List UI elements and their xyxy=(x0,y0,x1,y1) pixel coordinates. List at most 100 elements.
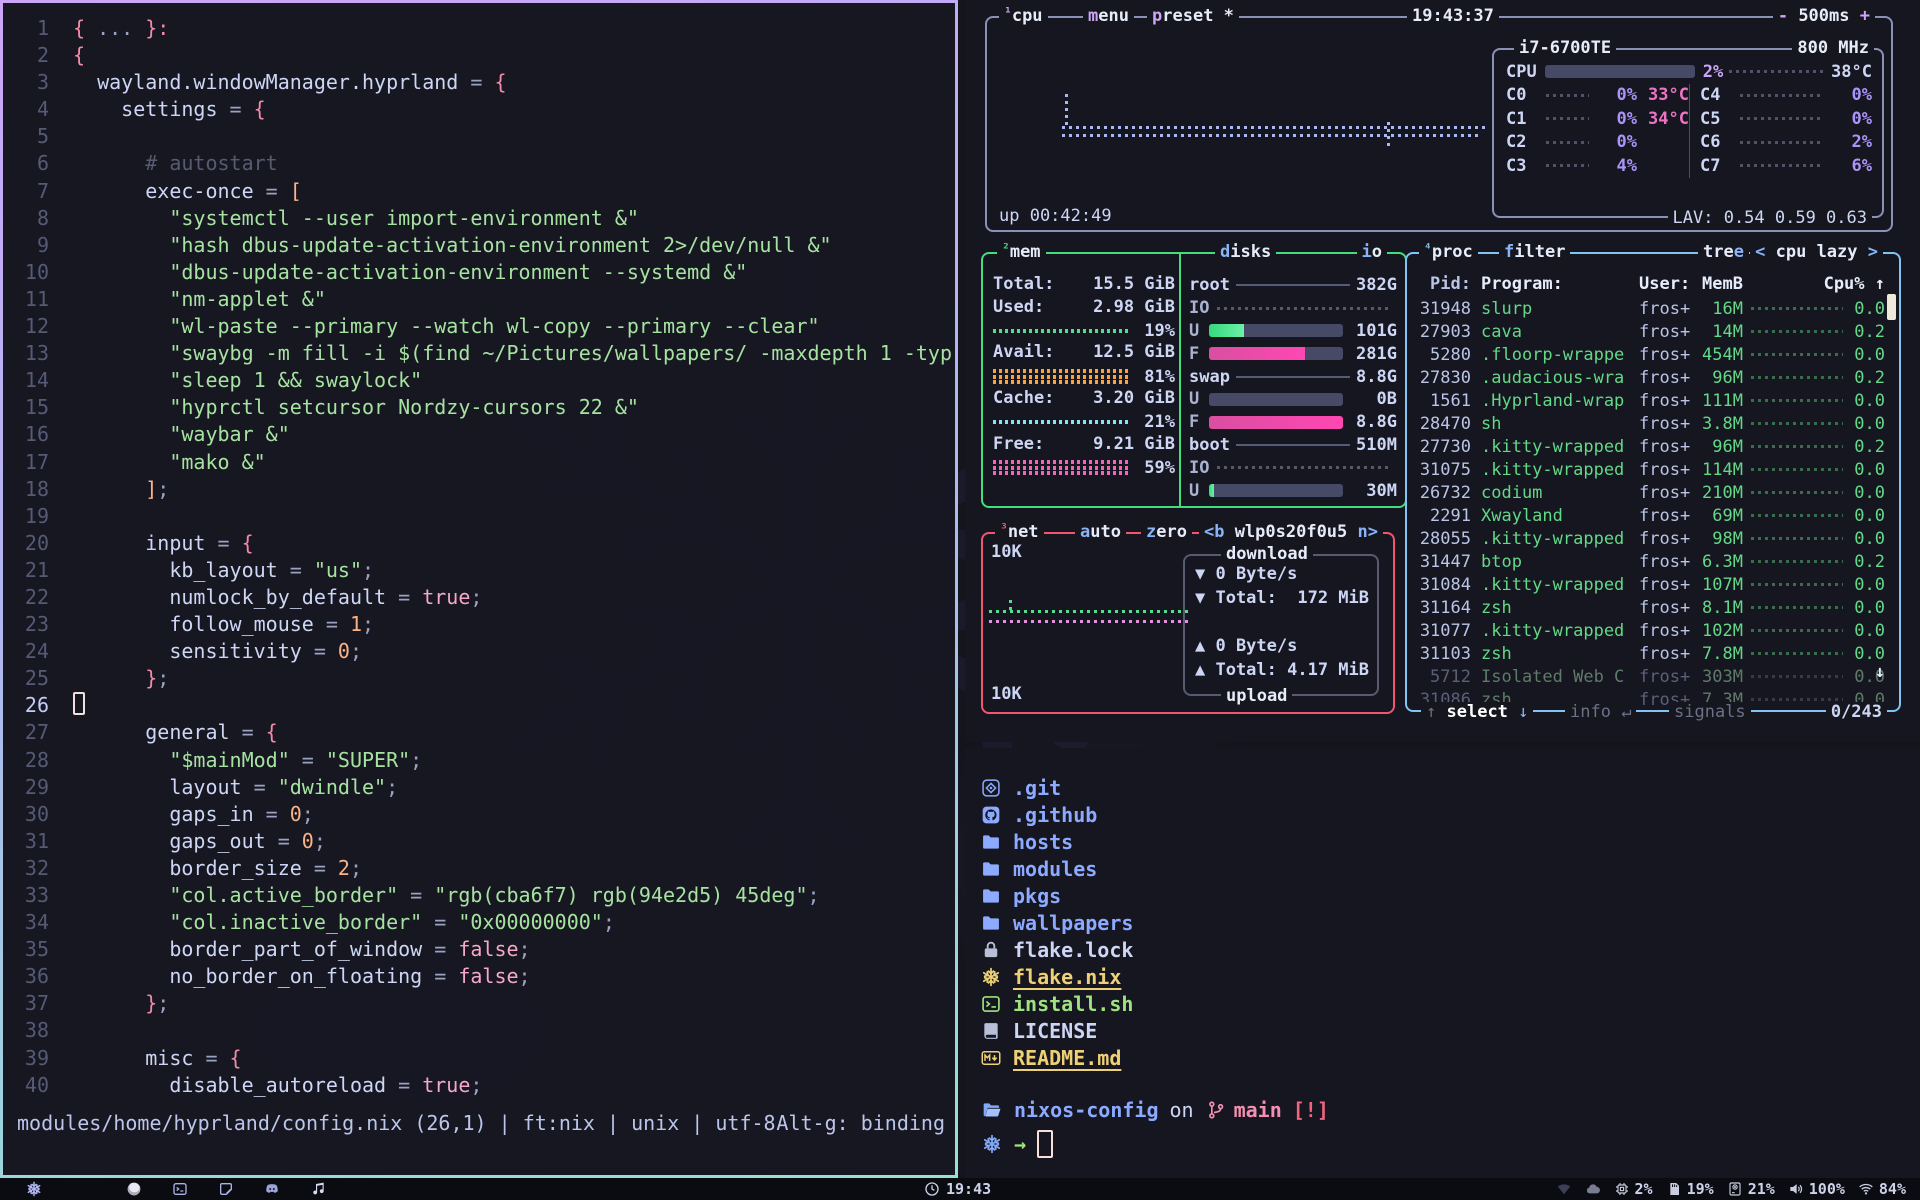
header-user[interactable]: User: xyxy=(1639,274,1697,297)
editor-line[interactable]: 28 "$mainMod" = "SUPER"; xyxy=(3,747,955,774)
process-row[interactable]: 28470shfros+3.8M0.0 xyxy=(1407,412,1899,435)
proc-tree-toggle[interactable]: tree xyxy=(1698,242,1749,262)
editor-line[interactable]: 3 wayland.windowManager.hyprland = { xyxy=(3,69,955,96)
system-stat[interactable]: 19% xyxy=(1666,1180,1714,1198)
net-zero-button[interactable]: zero xyxy=(1141,522,1192,542)
disks-toggle[interactable]: disks xyxy=(1215,242,1276,262)
process-row[interactable]: 31447btopfros+6.3M0.2 xyxy=(1407,550,1899,573)
editor-line[interactable]: 10 "dbus-update-activation-environment -… xyxy=(3,259,955,286)
btop-proc-box[interactable]: ⁴proc filter tree < cpu lazy > Pid: Prog… xyxy=(1405,252,1901,712)
system-stat[interactable] xyxy=(1585,1181,1601,1197)
editor-line[interactable]: 7 exec-once = [ xyxy=(3,178,955,205)
proc-scrollbar-thumb[interactable] xyxy=(1887,294,1896,320)
editor-line[interactable]: 23 follow_mouse = 1; xyxy=(3,611,955,638)
firefox-icon[interactable] xyxy=(126,1181,142,1197)
editor-line[interactable]: 12 "wl-paste --primary --watch wl-copy -… xyxy=(3,313,955,340)
process-row[interactable]: 5712Isolated Web Cfros+303M0.0 xyxy=(1407,665,1899,688)
editor-line[interactable]: 4 settings = { xyxy=(3,96,955,123)
system-stat[interactable]: 21% xyxy=(1727,1180,1775,1198)
editor-line[interactable]: 13 "swaybg -m fill -i $(find ~/Pictures/… xyxy=(3,340,955,367)
preset-button[interactable]: preset * xyxy=(1147,6,1239,26)
editor-line[interactable]: 15 "hyprctl setcursor Nordzy-cursors 22 … xyxy=(3,394,955,421)
btop-mem-box[interactable]: ²mem disks io Total:15.5 GiBUsed:2.98 Gi… xyxy=(981,252,1407,508)
editor-line[interactable]: 21 kb_layout = "us"; xyxy=(3,557,955,584)
music-icon[interactable] xyxy=(310,1181,326,1197)
editor-line[interactable]: 33 "col.active_border" = "rgb(cba6f7) rg… xyxy=(3,882,955,909)
editor-buffer[interactable]: 1{ ... }:2{3 wayland.windowManager.hyprl… xyxy=(3,15,955,1099)
editor-line[interactable]: 40 disable_autoreload = true; xyxy=(3,1072,955,1099)
net-auto-button[interactable]: auto xyxy=(1075,522,1126,542)
process-row[interactable]: 31075.kitty-wrappedfros+114M0.0 xyxy=(1407,458,1899,481)
process-row[interactable]: 26732codiumfros+210M0.0 xyxy=(1407,481,1899,504)
process-row[interactable]: 1561.Hyprland-wrapfros+111M0.0 xyxy=(1407,389,1899,412)
editor-line[interactable]: 9 "hash dbus-update-activation-environme… xyxy=(3,232,955,259)
shell-prompt-input-line[interactable]: → xyxy=(981,1130,1053,1158)
editor-line[interactable]: 34 "col.inactive_border" = "0x00000000"; xyxy=(3,909,955,936)
process-row[interactable]: 28055.kitty-wrappedfros+98M0.0 xyxy=(1407,527,1899,550)
editor-line[interactable]: 38 xyxy=(3,1017,955,1044)
header-pid[interactable]: Pid: xyxy=(1415,274,1471,297)
editor-line[interactable]: 17 "mako &" xyxy=(3,449,955,476)
process-list[interactable]: 31948slurpfros+16M0.027903cavafros+14M0.… xyxy=(1407,297,1899,711)
btop-cpu-box[interactable]: ¹cpu menu preset * 19:43:37 - 500ms + up… xyxy=(985,16,1893,232)
editor-line[interactable]: 27 general = { xyxy=(3,719,955,746)
editor-line[interactable]: 30 gaps_in = 0; xyxy=(3,801,955,828)
proc-filter-button[interactable]: filter xyxy=(1499,242,1570,262)
editor-line[interactable]: 2{ xyxy=(3,42,955,69)
editor-line[interactable]: 14 "sleep 1 && swaylock" xyxy=(3,367,955,394)
system-stat[interactable]: 100% xyxy=(1788,1180,1845,1198)
nix-logo-icon[interactable] xyxy=(26,1181,42,1197)
notes-icon[interactable] xyxy=(218,1181,234,1197)
menu-button[interactable]: menu xyxy=(1083,6,1134,26)
io-toggle[interactable]: io xyxy=(1357,242,1388,262)
editor-line[interactable]: 25 }; xyxy=(3,665,955,692)
process-row[interactable]: 31077.kitty-wrappedfros+102M0.0 xyxy=(1407,619,1899,642)
terminal-window[interactable]: .git.githubhostsmodulespkgswallpapersfla… xyxy=(965,748,1920,1178)
editor-line[interactable]: 8 "systemctl --user import-environment &… xyxy=(3,205,955,232)
process-row[interactable]: 31948slurpfros+16M0.0 xyxy=(1407,297,1899,320)
btop-net-box[interactable]: ³net auto zero <b wlp0s20f0u5 n> 10K 10K… xyxy=(981,532,1395,714)
proc-signals-hint[interactable]: signals xyxy=(1669,702,1751,722)
process-row[interactable]: 31164zshfros+8.1M0.0 xyxy=(1407,596,1899,619)
editor-line[interactable]: 22 numlock_by_default = true; xyxy=(3,584,955,611)
header-program[interactable]: Program: xyxy=(1481,274,1639,297)
editor-window[interactable]: 1{ ... }:2{3 wayland.windowManager.hyprl… xyxy=(0,0,958,1178)
header-cpu[interactable]: Cpu% ↑ xyxy=(1821,274,1885,297)
process-row[interactable]: 2291Xwaylandfros+69M0.0 xyxy=(1407,504,1899,527)
editor-line[interactable]: 5 xyxy=(3,123,955,150)
editor-line[interactable]: 31 gaps_out = 0; xyxy=(3,828,955,855)
editor-line[interactable]: 6 # autostart xyxy=(3,150,955,177)
process-row[interactable]: 31084.kitty-wrappedfros+107M0.0 xyxy=(1407,573,1899,596)
process-row[interactable]: 5280.floorp-wrappefros+454M0.0 xyxy=(1407,343,1899,366)
editor-line[interactable]: 19 xyxy=(3,503,955,530)
editor-line[interactable]: 1{ ... }: xyxy=(3,15,955,42)
system-stat[interactable]: 84% xyxy=(1858,1180,1906,1198)
process-row[interactable]: 27730.kitty-wrappedfros+96M0.2 xyxy=(1407,435,1899,458)
process-row[interactable]: 31103zshfros+7.8M0.0 xyxy=(1407,642,1899,665)
editor-line[interactable]: 11 "nm-applet &" xyxy=(3,286,955,313)
editor-line[interactable]: 16 "waybar &" xyxy=(3,421,955,448)
discord-icon[interactable] xyxy=(264,1181,280,1197)
taskbar-clock[interactable]: 19:43 xyxy=(924,1180,991,1198)
editor-line[interactable]: 35 border_part_of_window = false; xyxy=(3,936,955,963)
editor-line[interactable]: 37 }; xyxy=(3,990,955,1017)
terminal-icon[interactable] xyxy=(172,1181,188,1197)
process-row[interactable]: 27903cavafros+14M0.2 xyxy=(1407,320,1899,343)
editor-line[interactable]: 26 xyxy=(3,692,955,719)
editor-line[interactable]: 24 sensitivity = 0; xyxy=(3,638,955,665)
system-stat[interactable] xyxy=(1556,1181,1572,1197)
proc-sort-selector[interactable]: < cpu lazy > xyxy=(1750,242,1883,262)
editor-line[interactable]: 39 misc = { xyxy=(3,1045,955,1072)
editor-line[interactable]: 18 ]; xyxy=(3,476,955,503)
proc-info-hint[interactable]: info ↵ xyxy=(1565,702,1636,722)
update-interval-control[interactable]: - 500ms + xyxy=(1773,6,1875,26)
btop-window[interactable]: ¹cpu menu preset * 19:43:37 - 500ms + up… xyxy=(965,0,1920,742)
process-row[interactable]: 27830.audacious-wrafros+96M0.2 xyxy=(1407,366,1899,389)
net-interface-selector[interactable]: <b wlp0s20f0u5 n> xyxy=(1199,522,1383,542)
header-memb[interactable]: MemB xyxy=(1697,274,1743,297)
proc-select-hint[interactable]: ↑ select ↓ xyxy=(1421,702,1533,722)
editor-line[interactable]: 36 no_border_on_floating = false; xyxy=(3,963,955,990)
editor-line[interactable]: 32 border_size = 2; xyxy=(3,855,955,882)
editor-line[interactable]: 29 layout = "dwindle"; xyxy=(3,774,955,801)
editor-line[interactable]: 20 input = { xyxy=(3,530,955,557)
